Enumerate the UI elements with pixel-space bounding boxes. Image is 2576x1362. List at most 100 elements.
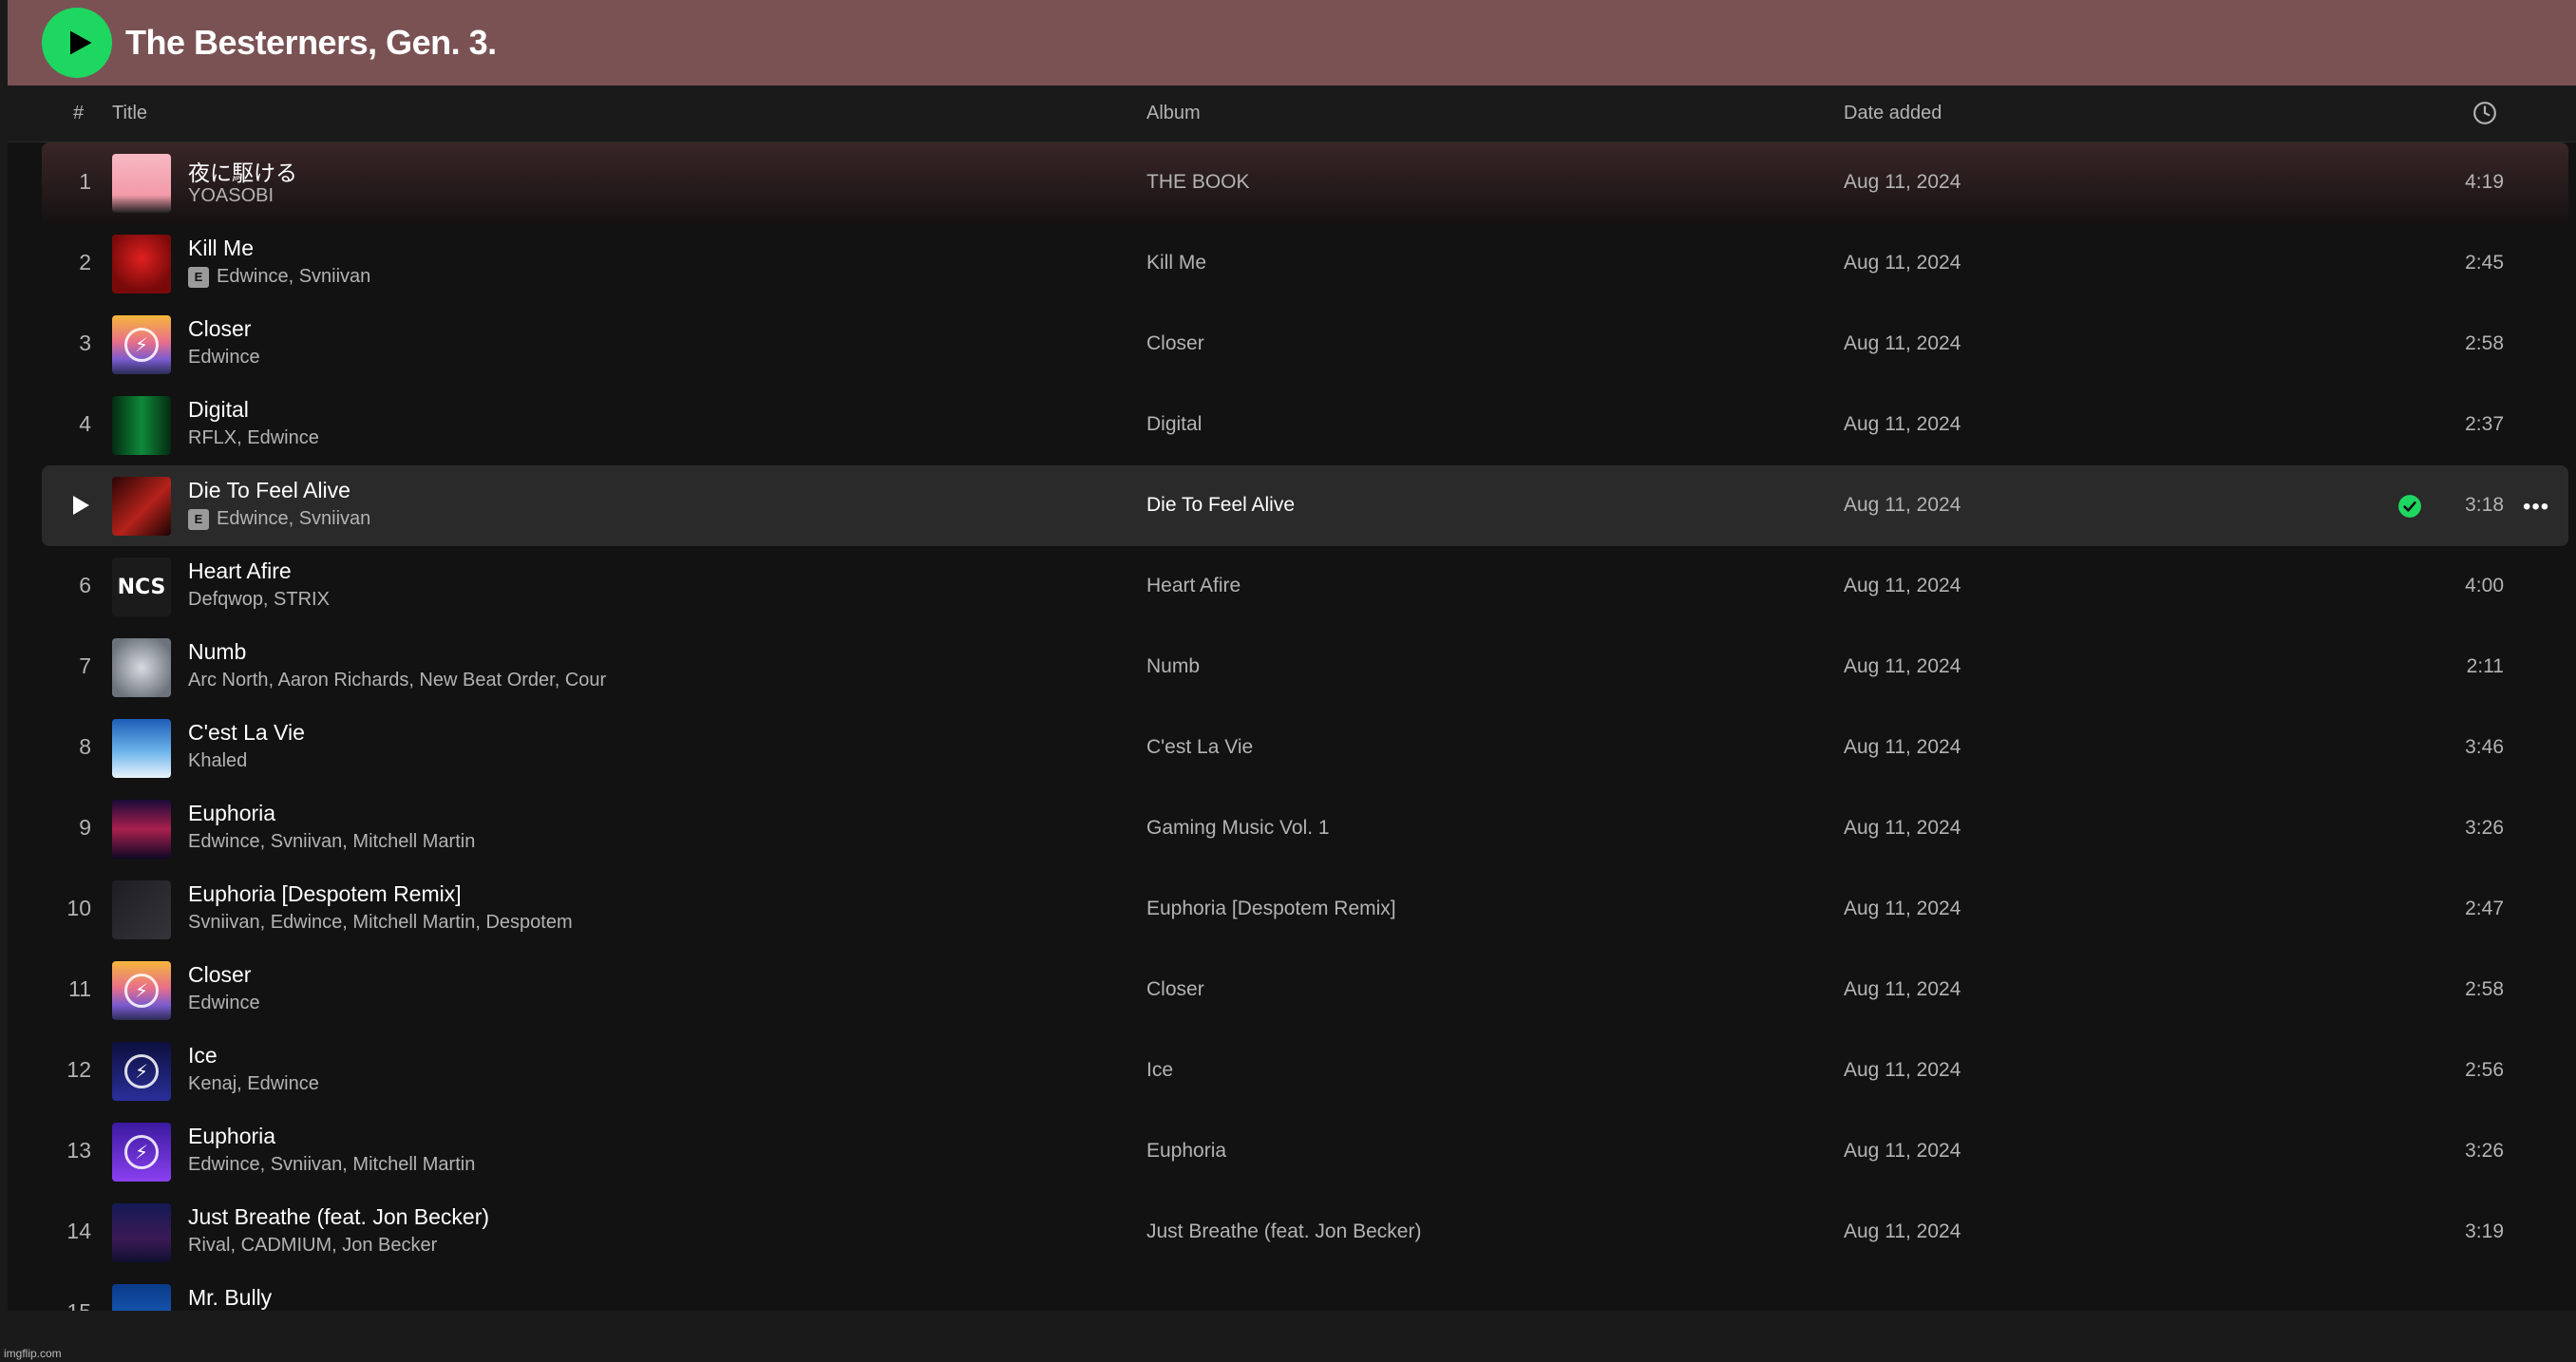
track-album[interactable]: Numb — [1146, 655, 1200, 678]
track-artists[interactable]: Arc North, Aaron Richards, New Beat Orde… — [188, 670, 606, 691]
album-cover: ⚡ — [112, 1123, 171, 1182]
track-album[interactable]: Digital — [1146, 413, 1202, 436]
track-row[interactable]: 13 ⚡ Euphoria Edwince, Svniivan, Mitchell M… — [42, 1111, 2568, 1192]
track-duration: 2:58 — [2465, 332, 2504, 354]
playlist-title: The Besterners, Gen. 3. — [125, 23, 497, 62]
track-album[interactable]: Gaming Music Vol. 1 — [1146, 817, 1330, 840]
track-album[interactable]: THE BOOK — [1146, 171, 1250, 194]
track-row[interactable]: 9 Euphoria Edwince, Svniivan, Mitchell Mar… — [42, 788, 2568, 869]
track-album[interactable]: Ice — [1146, 1059, 1173, 1082]
track-artist-line: Svniivan, Edwince, Mitchell Martin, Desp… — [188, 912, 573, 934]
column-header-title[interactable]: Title — [112, 103, 147, 124]
explicit-badge: E — [188, 508, 209, 530]
track-album[interactable]: Closer — [1146, 978, 1204, 1001]
track-artist-line: Edwince — [188, 993, 260, 1014]
track-artists[interactable]: Edwince, Svniivan — [217, 266, 370, 288]
track-album[interactable]: Heart Afire — [1146, 575, 1241, 597]
track-album[interactable]: Just Breathe (feat. Jon Becker) — [1146, 1220, 1421, 1243]
track-row[interactable]: 2 Kill Me E Edwince, Svniivan Kill Me Aug 11,… — [42, 223, 2568, 304]
track-artists[interactable]: Khaled — [188, 750, 247, 772]
track-title[interactable]: C'est La Vie — [188, 720, 305, 746]
track-artists[interactable]: YOASOBI — [188, 185, 274, 207]
track-title[interactable]: Closer — [188, 962, 251, 988]
track-artists[interactable]: Defqwop, STRIX — [188, 589, 330, 611]
track-title[interactable]: Digital — [188, 397, 249, 423]
track-number: 10 — [66, 896, 91, 920]
saved-check-icon[interactable] — [2397, 494, 2422, 519]
play-icon — [69, 30, 91, 55]
track-title[interactable]: Mr. Bully — [188, 1285, 272, 1311]
track-row[interactable]: 3 ⚡ Closer Edwince Closer Aug 11, 2024 2:58 — [42, 304, 2568, 385]
track-number: 4 — [79, 411, 91, 436]
track-album[interactable]: C'est La Vie — [1146, 736, 1253, 759]
track-duration: 3:26 — [2465, 1140, 2504, 1162]
track-artists[interactable]: Svniivan, Edwince, Mitchell Martin, Desp… — [188, 912, 573, 934]
track-album[interactable]: Euphoria — [1146, 1140, 1226, 1163]
track-title[interactable]: Die To Feel Alive — [188, 478, 350, 503]
track-row[interactable]: 11 ⚡ Closer Edwince Closer Aug 11, 2024 2:58 — [42, 950, 2568, 1031]
track-row[interactable]: 10 Euphoria [Despotem Remix] Svniivan, Edw… — [42, 869, 2568, 950]
track-number: 12 — [66, 1057, 91, 1082]
track-artists[interactable]: RFLX, Edwince — [188, 427, 319, 449]
track-artist-line: YOASOBI — [188, 185, 274, 207]
track-date-added: Aug 11, 2024 — [1844, 171, 1961, 193]
column-header-album[interactable]: Album — [1146, 103, 1201, 124]
track-title[interactable]: Ice — [188, 1043, 218, 1069]
album-cover — [112, 719, 171, 778]
play-button[interactable] — [42, 8, 112, 78]
track-album[interactable]: Kill Me — [1146, 252, 1206, 274]
track-artist-line: Edwince, Svniivan, Mitchell Martin — [188, 1154, 475, 1176]
album-cover — [112, 800, 171, 859]
track-number: 3 — [79, 331, 91, 355]
album-cover — [112, 880, 171, 939]
track-title[interactable]: Closer — [188, 316, 251, 342]
track-title[interactable]: Heart Afire — [188, 558, 292, 584]
track-date-added: Aug 11, 2024 — [1844, 1059, 1961, 1081]
track-artists[interactable]: Edwince, Svniivan — [217, 508, 370, 530]
track-album[interactable]: Die To Feel Alive — [1146, 494, 1295, 517]
album-cover — [112, 638, 171, 697]
track-title[interactable]: Euphoria — [188, 801, 275, 826]
track-number: 6 — [79, 573, 91, 597]
track-row[interactable]: 4 Digital RFLX, Edwince Digital Aug 11, 2024… — [42, 385, 2568, 465]
album-cover — [112, 1203, 171, 1262]
tracklist-header: # Title Album Date added — [8, 85, 2576, 142]
track-row[interactable]: Die To Feel Alive E Edwince, Svniivan Die T… — [42, 465, 2568, 546]
track-row[interactable]: 15 Mr. Bully — [42, 1273, 2568, 1311]
track-number: 13 — [66, 1138, 91, 1163]
column-header-date-added[interactable]: Date added — [1844, 103, 1941, 124]
track-row[interactable]: 1 夜に駆ける YOASOBI THE BOOK Aug 11, 2024 4:19 — [42, 142, 2568, 223]
album-cover — [112, 1284, 171, 1311]
more-options-icon[interactable]: ••• — [2523, 494, 2549, 520]
track-duration: 2:47 — [2465, 898, 2504, 919]
track-row[interactable]: 8 C'est La Vie Khaled C'est La Vie Aug 11, 2… — [42, 708, 2568, 788]
track-row[interactable]: 12 ⚡ Ice Kenaj, Edwince Ice Aug 11, 2024 2:56 — [42, 1031, 2568, 1111]
track-date-added: Aug 11, 2024 — [1844, 655, 1961, 677]
track-row[interactable]: 7 Numb Arc North, Aaron Richards, New Beat… — [42, 627, 2568, 708]
track-title[interactable]: 夜に駆ける — [188, 155, 297, 187]
track-title[interactable]: Kill Me — [188, 236, 254, 261]
track-row[interactable]: 6 NCS Heart Afire Defqwop, STRIX Heart Afire… — [42, 546, 2568, 627]
track-title[interactable]: Euphoria — [188, 1124, 275, 1149]
track-album[interactable]: Euphoria [Despotem Remix] — [1146, 898, 1396, 920]
track-artists[interactable]: Kenaj, Edwince — [188, 1073, 319, 1095]
watermark: imgflip.com — [4, 1347, 62, 1360]
track-title[interactable]: Just Breathe (feat. Jon Becker) — [188, 1204, 489, 1230]
track-number: 2 — [79, 250, 91, 274]
track-album[interactable]: Closer — [1146, 332, 1204, 355]
track-duration: 2:45 — [2465, 252, 2504, 274]
track-row[interactable]: 14 Just Breathe (feat. Jon Becker) Rival, … — [42, 1192, 2568, 1273]
track-date-added: Aug 11, 2024 — [1844, 736, 1961, 758]
track-artists[interactable]: Edwince, Svniivan, Mitchell Martin — [188, 1154, 475, 1176]
play-icon[interactable] — [70, 494, 91, 517]
clock-icon[interactable] — [2472, 101, 2497, 131]
column-header-number: # — [73, 103, 85, 123]
track-title[interactable]: Numb — [188, 639, 246, 665]
track-date-added: Aug 11, 2024 — [1844, 252, 1961, 274]
track-title[interactable]: Euphoria [Despotem Remix] — [188, 881, 462, 907]
track-date-added: Aug 11, 2024 — [1844, 898, 1961, 919]
track-artists[interactable]: Edwince, Svniivan, Mitchell Martin — [188, 831, 475, 853]
track-artists[interactable]: Edwince — [188, 993, 260, 1014]
track-artists[interactable]: Edwince — [188, 347, 260, 369]
track-artists[interactable]: Rival, CADMIUM, Jon Becker — [188, 1235, 437, 1257]
